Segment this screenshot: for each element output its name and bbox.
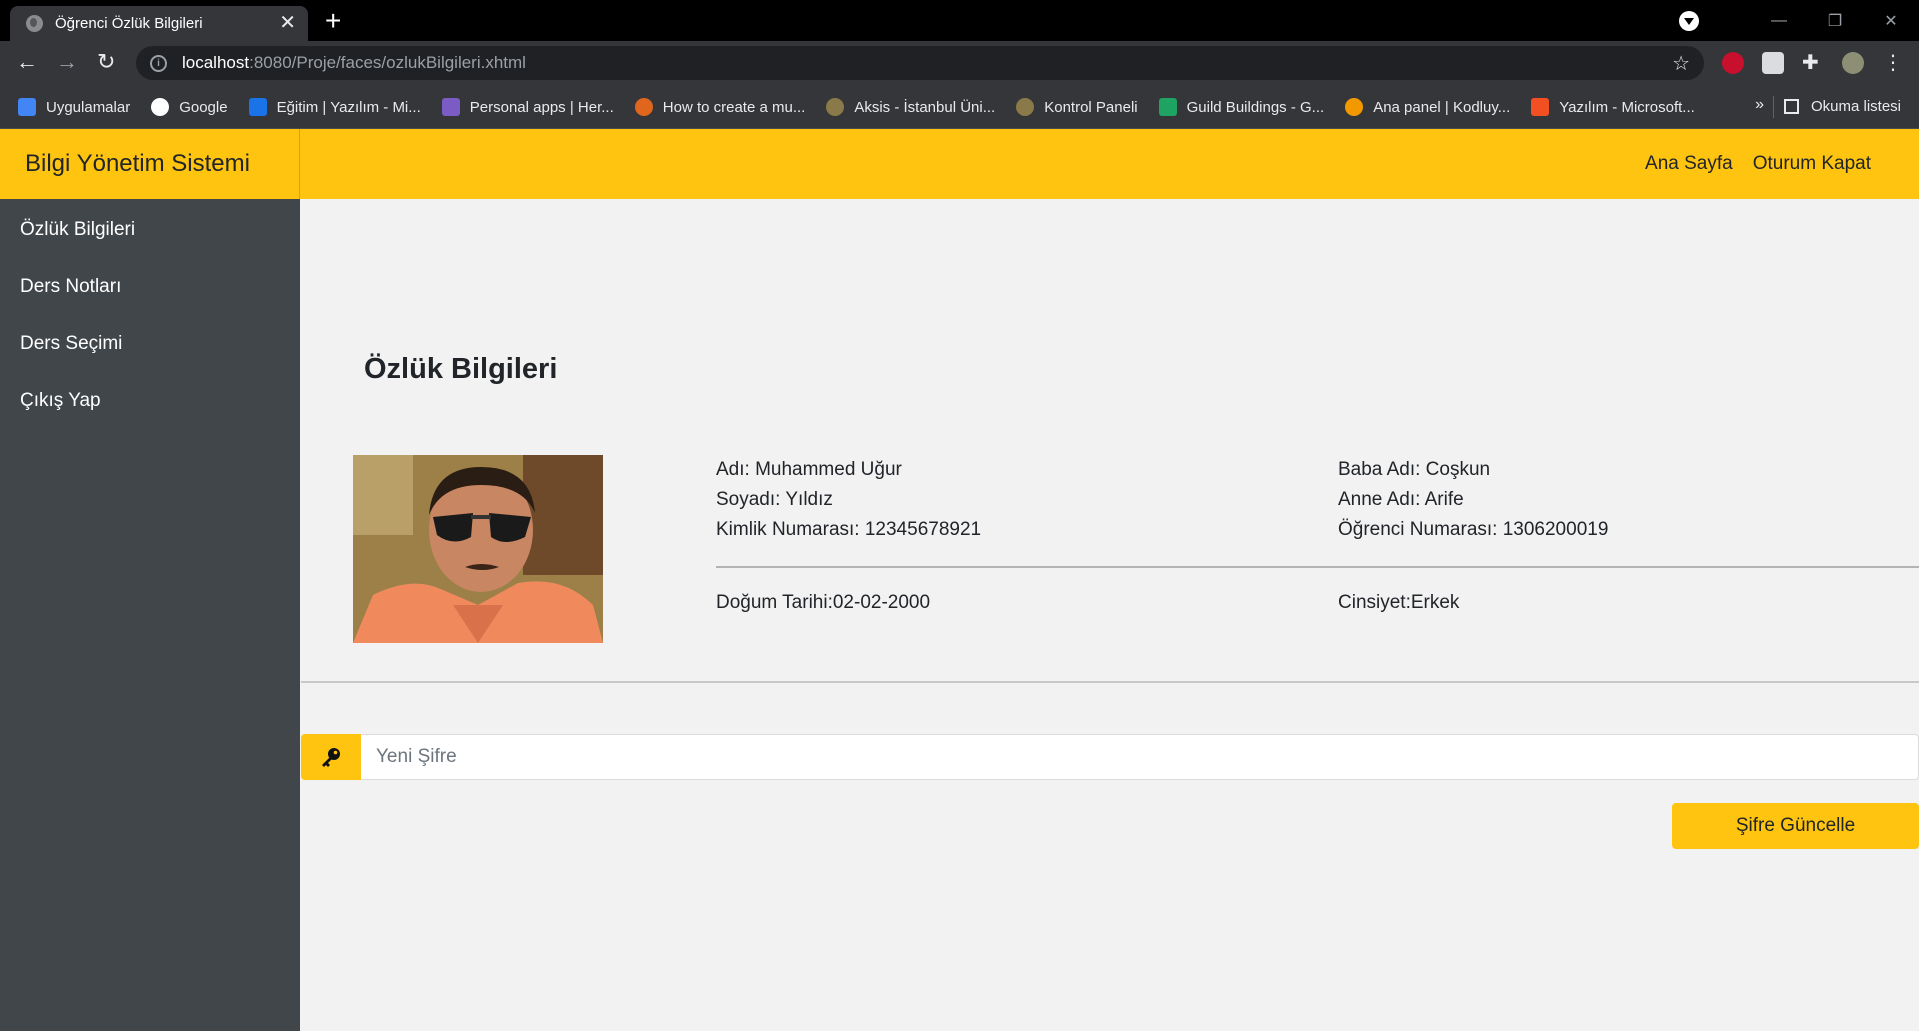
- last-name: Soyadı: Yıldız: [716, 489, 833, 510]
- bookmark-item[interactable]: Google: [151, 98, 228, 116]
- bookmark-label: How to create a mu...: [662, 98, 806, 116]
- heroku-icon: [441, 98, 460, 116]
- student-photo: [353, 455, 603, 643]
- sidebar: Özlük Bilgileri Ders Notları Ders Seçimi…: [0, 199, 300, 1031]
- globe-icon: [26, 15, 43, 32]
- menu-icon[interactable]: ⋮: [1882, 52, 1904, 74]
- reading-list-button[interactable]: Okuma listesi: [1783, 98, 1901, 115]
- seal-icon: [1016, 98, 1035, 116]
- azure-icon: [248, 98, 267, 116]
- key-icon: [301, 734, 361, 780]
- mother-name: Anne Adı: Arife: [1338, 489, 1464, 510]
- window-controls: — ❐ ✕: [1679, 0, 1919, 41]
- bookmarks-bar: Uygulamalar Google Eğitim | Yazılım - Mi..…: [0, 86, 1919, 129]
- avatar[interactable]: [1842, 52, 1864, 74]
- bookmark-label: Yazılım - Microsoft...: [1559, 98, 1695, 116]
- logout-link[interactable]: Oturum Kapat: [1753, 153, 1871, 175]
- bookmark-star-icon[interactable]: ☆: [1672, 51, 1690, 76]
- page-title: Özlük Bilgileri: [364, 353, 558, 385]
- close-icon[interactable]: ✕: [279, 12, 296, 34]
- bookmark-item[interactable]: Aksis - İstanbul Üni...: [826, 98, 995, 116]
- info-icon[interactable]: i: [150, 54, 167, 72]
- father-name: Baba Adı: Coşkun: [1338, 459, 1491, 480]
- reading-list-icon: [1783, 99, 1799, 114]
- bookmark-item[interactable]: Guild Buildings - G...: [1158, 98, 1325, 116]
- web-page: Bilgi Yönetim Sistemi Ana Sayfa Oturum K…: [0, 129, 1919, 1031]
- bookmark-label: Aksis - İstanbul Üni...: [854, 98, 996, 116]
- bookmark-label: Google: [179, 98, 228, 116]
- home-link[interactable]: Ana Sayfa: [1645, 153, 1733, 175]
- tab-title: Öğrenci Özlük Bilgileri: [55, 15, 203, 32]
- sidebar-item-ders-secimi[interactable]: Ders Seçimi: [20, 333, 122, 355]
- sheets-icon: [1158, 98, 1177, 116]
- update-password-button[interactable]: Şifre Güncelle: [1672, 803, 1919, 849]
- browser-tabstrip: Öğrenci Özlük Bilgileri ✕ + — ❐ ✕: [0, 0, 1919, 41]
- top-navbar: Bilgi Yönetim Sistemi Ana Sayfa Oturum K…: [0, 129, 1919, 199]
- main-content: Özlük Bilgileri Adı: Muhammed Uğur Soyad…: [301, 199, 1919, 1031]
- microsoft-icon: [1531, 98, 1550, 116]
- bookmark-item[interactable]: Yazılım - Microsoft...: [1531, 98, 1695, 116]
- bookmark-label: Guild Buildings - G...: [1186, 98, 1325, 116]
- ublock-icon[interactable]: [1722, 52, 1744, 74]
- window-close-icon[interactable]: ✕: [1863, 11, 1919, 31]
- reading-list-label: Okuma listesi: [1810, 98, 1901, 115]
- password-input-group: [301, 734, 1919, 780]
- bookmark-label: Eğitim | Yazılım - Mi...: [276, 98, 421, 116]
- sidebar-item-ozluk-bilgileri[interactable]: Özlük Bilgileri: [20, 219, 135, 241]
- more-bookmarks-button[interactable]: »: [1755, 96, 1764, 114]
- first-name: Adı: Muhammed Uğur: [716, 459, 902, 480]
- sidebar-item-cikis-yap[interactable]: Çıkış Yap: [20, 390, 101, 412]
- id-number: Kimlik Numarası: 12345678921: [716, 519, 982, 540]
- g-icon: [634, 98, 653, 116]
- restore-icon[interactable]: ❐: [1807, 11, 1863, 31]
- extension-icon[interactable]: [1762, 52, 1784, 74]
- top-links: Ana Sayfa Oturum Kapat: [1645, 129, 1871, 199]
- back-icon[interactable]: ←: [16, 49, 38, 75]
- bookmark-item[interactable]: Uygulamalar: [18, 98, 130, 116]
- tab-search-icon[interactable]: [1679, 10, 1699, 31]
- section-divider: [301, 681, 1919, 683]
- sidebar-item-ders-notlari[interactable]: Ders Notları: [20, 276, 121, 298]
- url-path: :8080/Proje/faces/ozlukBilgileri.xhtml: [249, 53, 526, 72]
- brand-title[interactable]: Bilgi Yönetim Sistemi: [0, 129, 300, 199]
- minimize-icon[interactable]: —: [1751, 12, 1807, 30]
- puzzle-icon[interactable]: ✚: [1802, 52, 1824, 74]
- seal-icon: [826, 98, 845, 116]
- forward-icon[interactable]: →: [56, 49, 78, 75]
- reload-icon[interactable]: ↻: [97, 49, 115, 75]
- url-host: localhost: [182, 53, 250, 72]
- address-bar[interactable]: i localhost:8080/Proje/faces/ozlukBilgil…: [136, 46, 1704, 80]
- birth-date: Doğum Tarihi:02-02-2000: [716, 592, 931, 613]
- browser-toolbar: ← → ↻ i localhost:8080/Proje/faces/ozluk…: [0, 41, 1919, 86]
- bookmark-item[interactable]: How to create a mu...: [634, 98, 806, 116]
- bookmark-label: Ana panel | Kodluy...: [1373, 98, 1511, 116]
- bookmark-item[interactable]: Eğitim | Yazılım - Mi...: [248, 98, 421, 116]
- gender: Cinsiyet:Erkek: [1338, 592, 1460, 613]
- bookmark-item[interactable]: Ana panel | Kodluy...: [1345, 98, 1510, 116]
- bookmark-item[interactable]: Kontrol Paneli: [1016, 98, 1138, 116]
- student-number: Öğrenci Numarası: 1306200019: [1338, 519, 1609, 540]
- bookmark-label: Uygulamalar: [46, 98, 131, 116]
- bookmark-label: Personal apps | Her...: [469, 98, 614, 116]
- google-icon: [151, 98, 170, 116]
- rocket-icon: [1345, 98, 1364, 116]
- new-tab-icon[interactable]: +: [325, 6, 341, 36]
- bookmark-label: Kontrol Paneli: [1044, 98, 1138, 116]
- info-divider: [716, 566, 1919, 568]
- apps-grid-icon: [18, 98, 36, 116]
- new-password-input[interactable]: [361, 734, 1919, 780]
- browser-tab[interactable]: Öğrenci Özlük Bilgileri ✕: [10, 6, 308, 41]
- bookmarks-divider: [1773, 96, 1774, 118]
- bookmark-item[interactable]: Personal apps | Her...: [441, 98, 614, 116]
